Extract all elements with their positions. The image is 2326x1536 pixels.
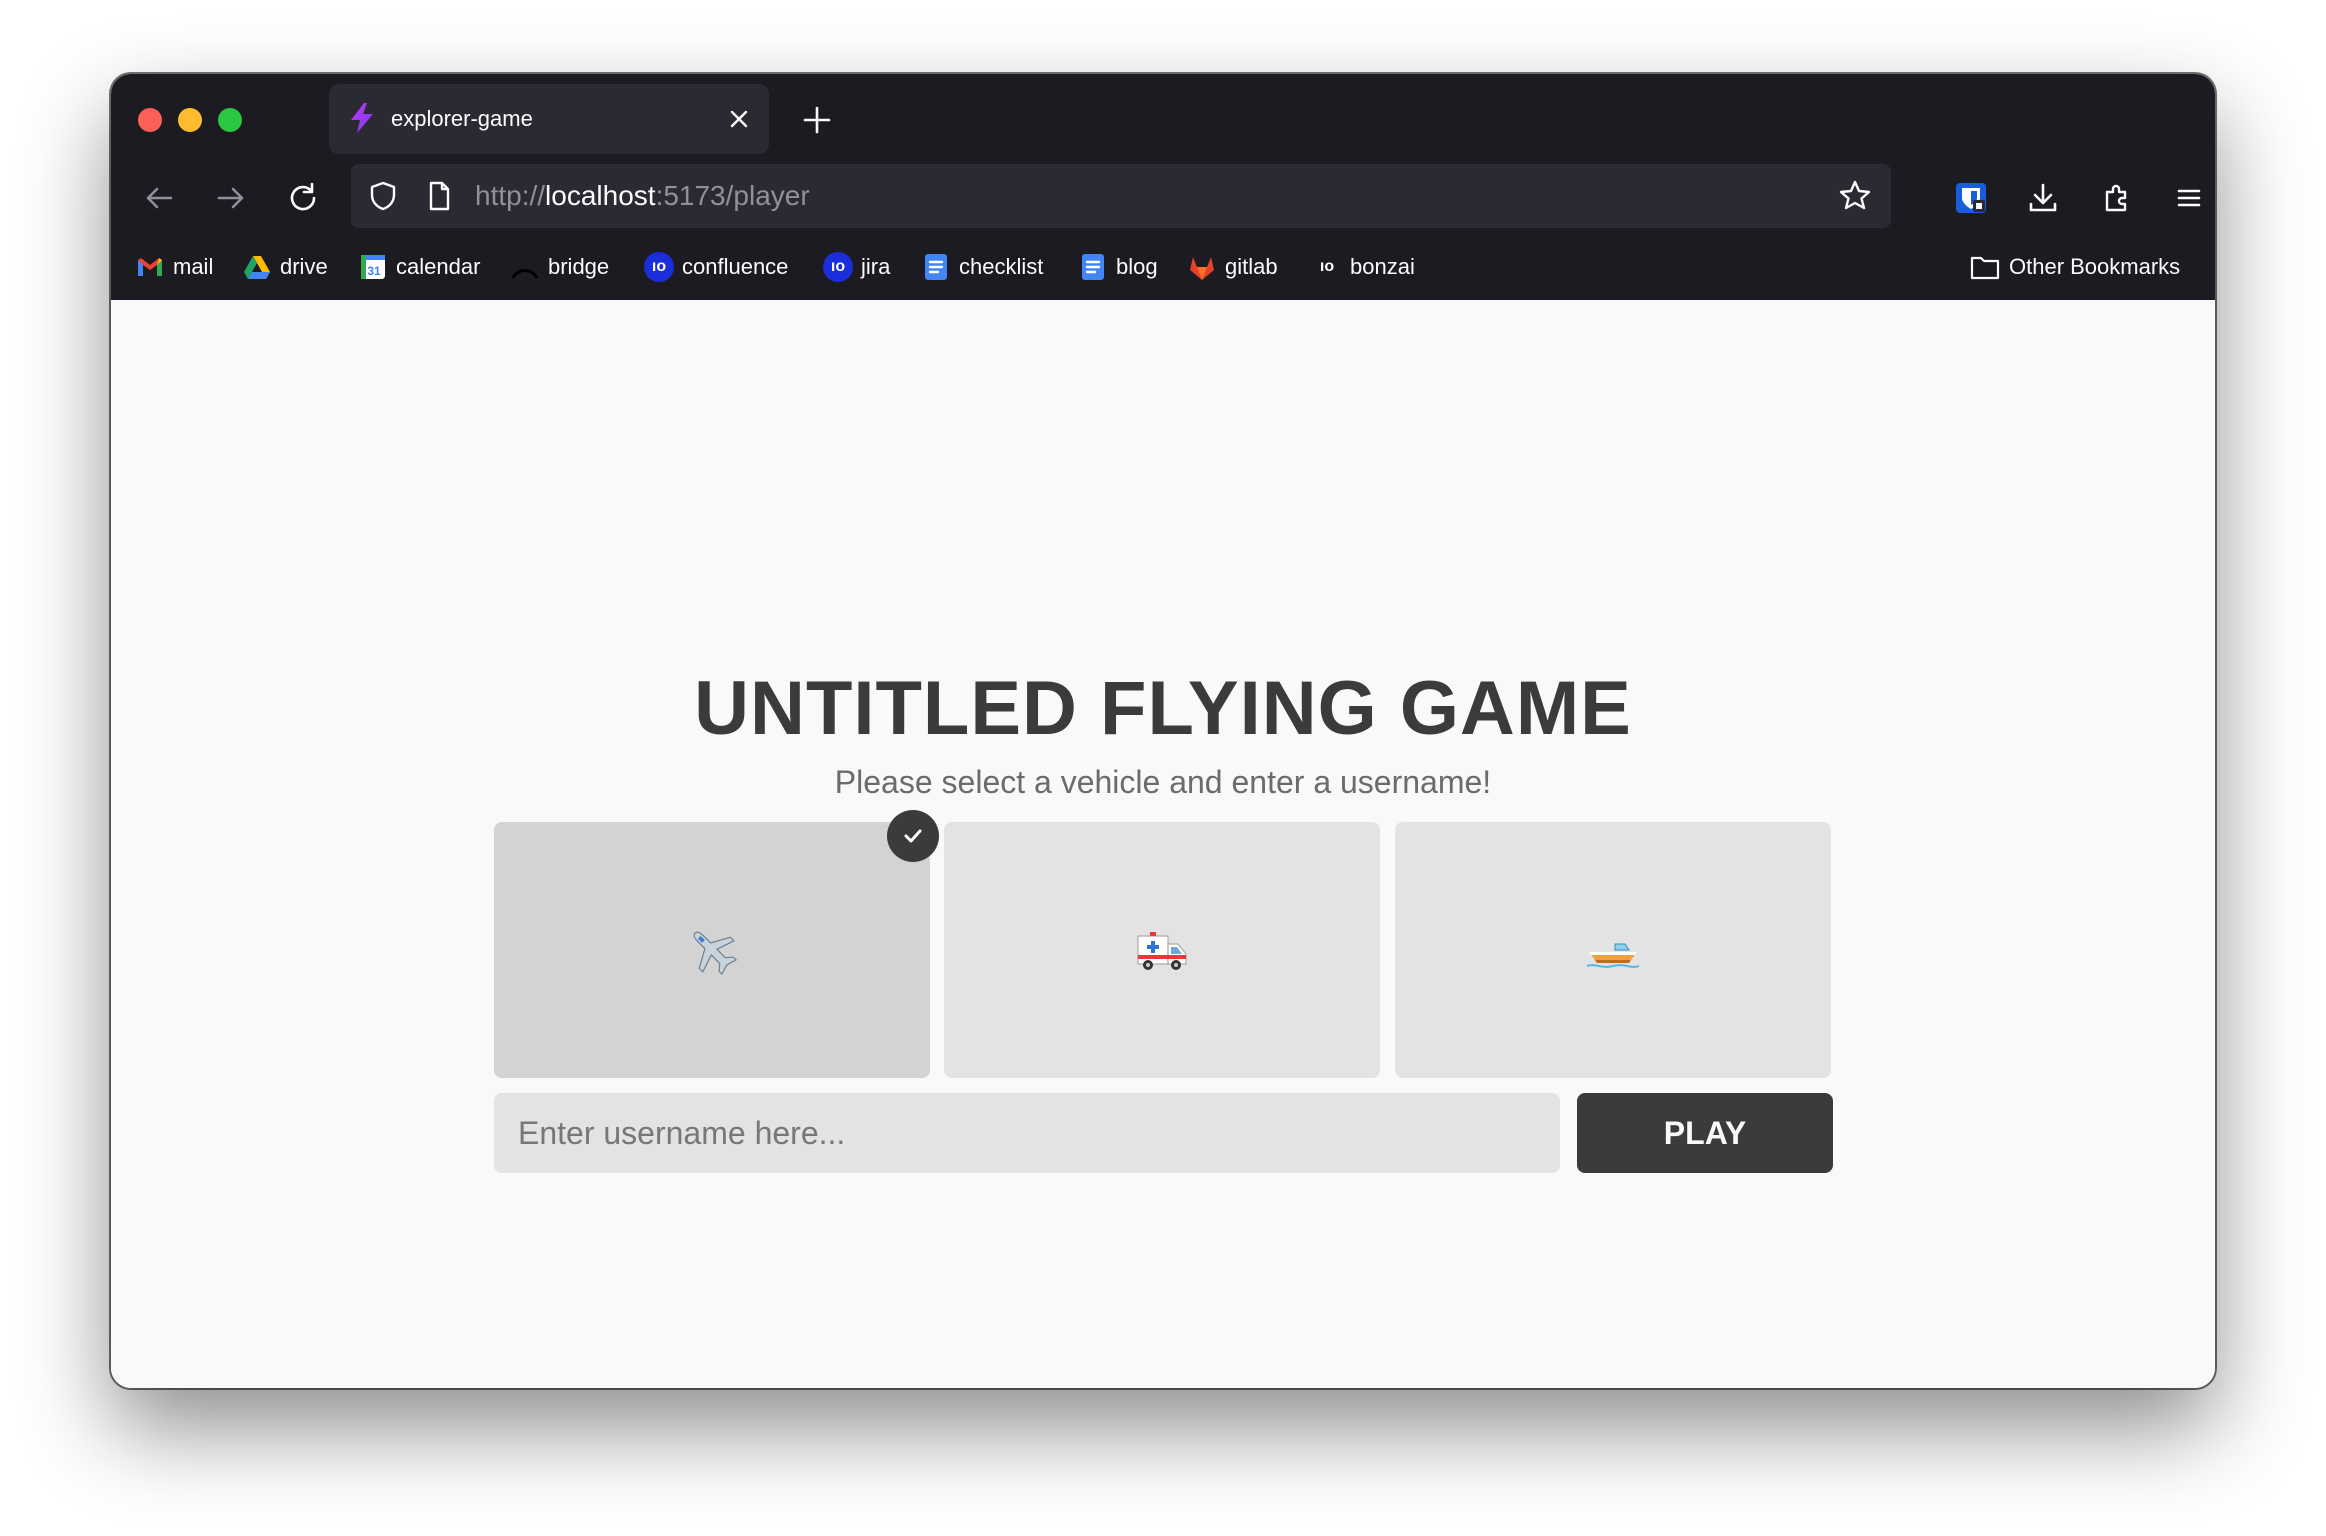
bookmark-label: checklist	[959, 254, 1044, 279]
bitwarden-extension-button[interactable]	[1949, 176, 1993, 220]
confluence-icon: ıo	[644, 252, 674, 282]
download-icon	[2029, 183, 2057, 212]
bridge-icon	[511, 269, 539, 279]
gitlab-icon	[1190, 257, 1214, 280]
extensions-button[interactable]	[2095, 176, 2139, 220]
star-icon[interactable]	[1837, 178, 1873, 214]
forward-button[interactable]	[209, 176, 253, 220]
new-tab-icon[interactable]	[795, 98, 839, 142]
downloads-button[interactable]	[2021, 176, 2065, 220]
bookmark-blog[interactable]: blog	[1078, 246, 1158, 288]
url-text[interactable]: http://localhost:5173/player	[475, 164, 810, 228]
airplane-icon	[693, 931, 738, 976]
close-tab-icon[interactable]	[725, 105, 753, 133]
bookmark-gitlab[interactable]: gitlab	[1187, 246, 1278, 288]
bookmark-label: calendar	[396, 254, 481, 279]
bookmark-label: drive	[280, 254, 328, 279]
minimize-window-button[interactable]	[178, 108, 202, 132]
bookmark-label: bridge	[548, 254, 610, 279]
bookmark-calendar[interactable]: 31 calendar	[358, 246, 480, 288]
ambulance-icon	[1137, 932, 1187, 970]
gmail-icon	[138, 258, 162, 276]
tab-title: explorer-game	[391, 106, 533, 131]
calendar-icon: 31	[361, 255, 385, 279]
bookmark-bonzai[interactable]: ıo bonzai	[1312, 246, 1415, 288]
tab-explorer-game[interactable]: explorer-game	[329, 84, 769, 154]
close-window-button[interactable]	[138, 108, 162, 132]
bookmark-jira[interactable]: ıo jira	[823, 246, 890, 288]
bookmark-mail[interactable]: mail	[135, 246, 213, 288]
vehicle-option-airplane[interactable]	[494, 822, 930, 1078]
play-button[interactable]: PLAY	[1577, 1093, 1833, 1173]
bookmark-drive[interactable]: drive	[242, 246, 328, 288]
bonzai-icon: ıo	[1319, 258, 1335, 275]
page-content: UNTITLED FLYING GAME Please select a veh…	[111, 300, 2215, 1388]
back-arrow-icon	[146, 187, 173, 209]
url-host: localhost	[545, 180, 656, 211]
maximize-window-button[interactable]	[218, 108, 242, 132]
vehicle-option-speedboat[interactable]	[1395, 822, 1831, 1078]
bookmark-label: confluence	[682, 254, 789, 279]
hamburger-menu-icon	[2177, 189, 2201, 207]
bookmark-checklist[interactable]: checklist	[921, 246, 1043, 288]
shield-icon[interactable]	[365, 178, 401, 214]
other-bookmarks-label: Other Bookmarks	[2009, 254, 2181, 279]
game-title: UNTITLED FLYING GAME	[694, 666, 1632, 751]
bookmark-label: gitlab	[1225, 254, 1278, 279]
docs-icon	[1082, 254, 1104, 280]
vehicle-option-ambulance[interactable]	[944, 822, 1380, 1078]
bookmark-label: blog	[1116, 254, 1158, 279]
jira-icon: ıo	[823, 252, 853, 282]
docs-icon	[925, 254, 947, 280]
bitwarden-icon	[1956, 183, 1986, 213]
username-input[interactable]	[494, 1093, 1560, 1173]
url-scheme: http://	[475, 180, 546, 211]
puzzle-icon	[2105, 184, 2127, 212]
bookmark-label: bonzai	[1350, 254, 1415, 279]
forward-arrow-icon	[217, 187, 244, 209]
reload-button[interactable]	[281, 176, 325, 220]
speedboat-icon	[1586, 943, 1640, 968]
back-button[interactable]	[137, 176, 181, 220]
menu-button[interactable]	[2167, 176, 2211, 220]
tab-bar: explorer-game	[111, 74, 2215, 158]
url-path: :5173/player	[655, 180, 810, 211]
svg-text:31: 31	[367, 264, 381, 278]
bookmark-bridge[interactable]: bridge	[510, 246, 609, 288]
bookmark-label: mail	[173, 254, 214, 279]
browser-window: explorer-game http://localhost:5173/play…	[111, 74, 2215, 1388]
page-icon[interactable]	[421, 178, 457, 214]
reload-icon	[290, 182, 316, 211]
checkmark-icon	[904, 829, 922, 843]
drive-icon	[244, 256, 270, 279]
selected-check-badge	[887, 810, 939, 862]
vite-icon	[351, 103, 373, 133]
bookmark-confluence[interactable]: ıo confluence	[644, 246, 788, 288]
game-subtitle: Please select a vehicle and enter a user…	[834, 764, 1492, 800]
folder-icon	[1970, 256, 2000, 280]
bookmarks-bar: mail drive 31 calendar bridge ıo conflue…	[111, 236, 2215, 300]
other-bookmarks[interactable]: Other Bookmarks	[1969, 246, 2180, 288]
address-bar[interactable]: http://localhost:5173/player	[351, 164, 1891, 228]
bookmark-label: jira	[861, 254, 891, 279]
